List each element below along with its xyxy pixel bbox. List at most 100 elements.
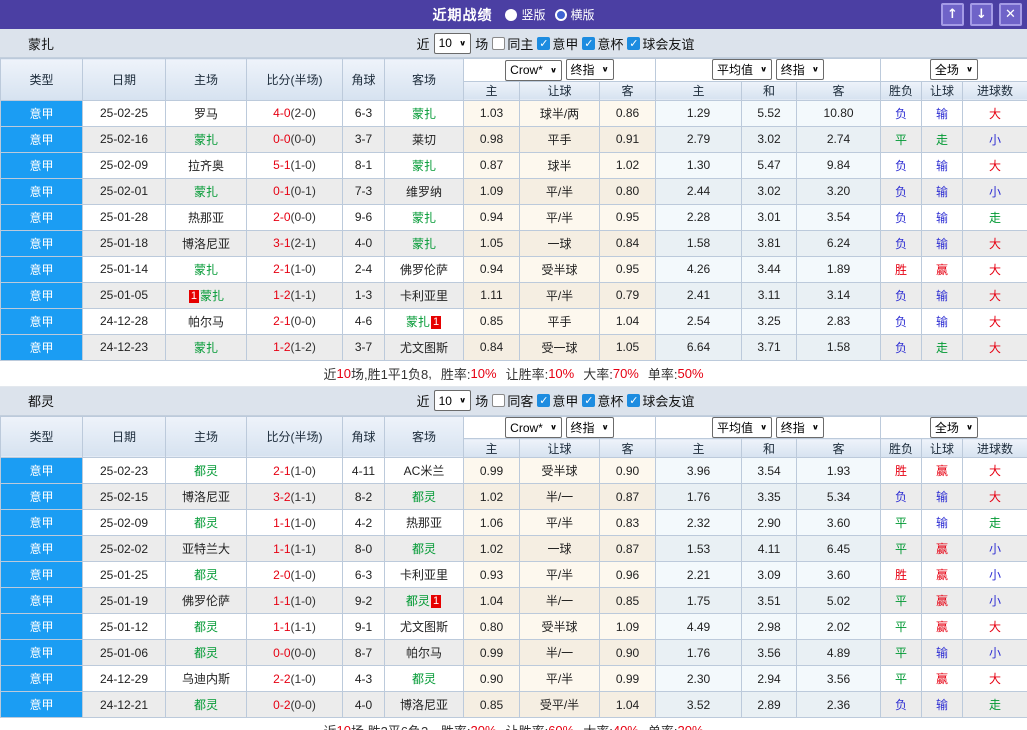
checkbox-checked-icon[interactable]: ✓: [627, 394, 641, 407]
league-coppa-checkbox[interactable]: ✓ 意杯: [582, 34, 623, 53]
away-team-cell[interactable]: AC米兰: [384, 457, 464, 484]
league-serie-a-checkbox[interactable]: ✓ 意甲: [537, 391, 578, 410]
league-cell[interactable]: 意甲: [0, 255, 83, 283]
away-team-cell[interactable]: 尤文图斯: [384, 613, 464, 640]
away-team-cell[interactable]: 蒙扎 1: [384, 307, 464, 335]
away-team-cell[interactable]: 蒙扎: [384, 99, 464, 127]
radio-selected-icon[interactable]: [505, 8, 518, 21]
league-cell[interactable]: 意甲: [0, 151, 83, 179]
home-team-cell[interactable]: 博洛尼亚: [165, 229, 247, 257]
league-friendly-checkbox[interactable]: ✓ 球会友谊: [627, 391, 694, 410]
away-team-cell[interactable]: 帕尔马: [384, 639, 464, 666]
checkbox-checked-icon[interactable]: ✓: [627, 36, 641, 50]
league-coppa-checkbox[interactable]: ✓ 意杯: [582, 391, 623, 410]
league-cell[interactable]: 意甲: [0, 587, 83, 614]
league-cell[interactable]: 意甲: [0, 535, 83, 562]
recent-count-select[interactable]: 10 ∨: [433, 390, 472, 411]
result-scope-select[interactable]: 全场 ∨: [929, 59, 979, 81]
away-team-cell[interactable]: 卡利亚里: [384, 561, 464, 588]
away-team-cell[interactable]: 热那亚: [384, 509, 464, 536]
home-team-cell[interactable]: 佛罗伦萨: [165, 587, 247, 614]
league-cell[interactable]: 意甲: [0, 613, 83, 640]
away-team-cell[interactable]: 尤文图斯: [384, 333, 464, 361]
away-team-cell[interactable]: 莱切: [384, 125, 464, 153]
recent-count-select[interactable]: 10 ∨: [433, 32, 472, 54]
home-team-cell[interactable]: 蒙扎: [165, 177, 247, 205]
home-team-cell[interactable]: 拉齐奥: [165, 151, 247, 179]
home-team-cell[interactable]: 蒙扎: [165, 333, 247, 361]
home-team-cell[interactable]: 都灵: [165, 613, 247, 640]
same-venue-checkbox[interactable]: 同客: [492, 391, 533, 410]
away-team-cell[interactable]: 卡利亚里: [384, 281, 464, 309]
away-team-cell[interactable]: 都灵: [384, 535, 464, 562]
league-cell[interactable]: 意甲: [0, 457, 83, 484]
result-wdl: 负: [880, 281, 923, 309]
euro-odds-time-select[interactable]: 终指 ∨: [775, 59, 825, 81]
checkbox-checked-icon[interactable]: ✓: [582, 36, 596, 50]
checkbox-unchecked-icon[interactable]: [492, 36, 506, 50]
table-row: 意甲 24-12-21 都灵 0-2(0-0) 4-0 博洛尼亚 0.85 受平/半 1.04 3…: [0, 691, 1027, 718]
home-team-cell[interactable]: 乌迪内斯: [165, 665, 247, 692]
home-team-cell[interactable]: 亚特兰大: [165, 535, 247, 562]
col-header-euro-away: 客: [796, 80, 882, 101]
home-team-cell[interactable]: 都灵: [165, 561, 247, 588]
same-venue-checkbox[interactable]: 同主: [492, 34, 533, 53]
league-cell[interactable]: 意甲: [0, 203, 83, 231]
home-team-cell[interactable]: 博洛尼亚: [165, 483, 247, 510]
home-team-cell[interactable]: 帕尔马: [165, 307, 247, 335]
away-team-cell[interactable]: 都灵: [384, 665, 464, 692]
league-cell[interactable]: 意甲: [0, 229, 83, 257]
move-up-button[interactable]: ↑: [941, 3, 964, 26]
asian-odds-time-select[interactable]: 终指 ∨: [565, 416, 614, 438]
checkbox-checked-icon[interactable]: ✓: [537, 394, 551, 407]
away-team-cell[interactable]: 佛罗伦萨: [384, 255, 464, 283]
league-cell[interactable]: 意甲: [0, 665, 83, 692]
bookmaker-select[interactable]: Crow* ∨: [505, 59, 563, 81]
close-button[interactable]: ✕: [999, 3, 1022, 26]
league-cell[interactable]: 意甲: [0, 99, 83, 127]
move-down-button[interactable]: ↓: [970, 3, 993, 26]
result-scope-select[interactable]: 全场 ∨: [929, 416, 979, 438]
checkbox-unchecked-icon[interactable]: [492, 394, 506, 407]
league-friendly-checkbox[interactable]: ✓ 球会友谊: [627, 34, 694, 53]
home-team-cell[interactable]: 都灵: [165, 509, 247, 536]
asian-odds-time-select[interactable]: 终指 ∨: [565, 59, 614, 80]
home-team-cell[interactable]: 都灵: [165, 639, 247, 666]
bookmaker-select[interactable]: Crow* ∨: [505, 417, 563, 438]
away-team-cell[interactable]: 博洛尼亚: [384, 691, 464, 718]
away-team-cell[interactable]: 蒙扎: [384, 151, 464, 179]
checkbox-checked-icon[interactable]: ✓: [582, 394, 596, 407]
layout-radio-horizontal[interactable]: 横版: [554, 6, 595, 23]
home-team-cell[interactable]: 热那亚: [165, 203, 247, 231]
away-team-cell[interactable]: 都灵 1: [384, 587, 464, 614]
home-team-cell[interactable]: 蒙扎: [165, 125, 247, 153]
league-cell[interactable]: 意甲: [0, 125, 83, 153]
asian-home-odds: 0.93: [463, 561, 520, 588]
league-cell[interactable]: 意甲: [0, 177, 83, 205]
euro-draw-odds: 2.89: [741, 691, 798, 718]
league-cell[interactable]: 意甲: [0, 691, 83, 718]
euro-odds-time-select[interactable]: 终指 ∨: [775, 416, 825, 438]
league-cell[interactable]: 意甲: [0, 483, 83, 510]
league-cell[interactable]: 意甲: [0, 307, 83, 335]
away-team-cell[interactable]: 维罗纳: [384, 177, 464, 205]
away-team-cell[interactable]: 都灵: [384, 483, 464, 510]
home-team-cell[interactable]: 都灵: [165, 691, 247, 718]
league-cell[interactable]: 意甲: [0, 333, 83, 361]
home-team-cell[interactable]: 罗马: [165, 99, 247, 127]
euro-odds-type-select[interactable]: 平均值 ∨: [712, 59, 773, 81]
euro-odds-type-select[interactable]: 平均值 ∨: [712, 416, 773, 438]
home-team-cell[interactable]: 都灵: [165, 457, 247, 484]
league-cell[interactable]: 意甲: [0, 509, 83, 536]
checkbox-checked-icon[interactable]: ✓: [537, 36, 551, 50]
away-team-cell[interactable]: 蒙扎: [384, 229, 464, 257]
league-cell[interactable]: 意甲: [0, 281, 83, 309]
home-team-cell[interactable]: 蒙扎: [165, 255, 247, 283]
away-team-cell[interactable]: 蒙扎: [384, 203, 464, 231]
radio-unselected-icon[interactable]: [554, 8, 567, 21]
home-team-cell[interactable]: 1 蒙扎: [165, 281, 247, 309]
league-cell[interactable]: 意甲: [0, 561, 83, 588]
league-serie-a-checkbox[interactable]: ✓ 意甲: [537, 34, 578, 53]
league-cell[interactable]: 意甲: [0, 639, 83, 666]
layout-radio-vertical[interactable]: 竖版: [505, 6, 546, 23]
